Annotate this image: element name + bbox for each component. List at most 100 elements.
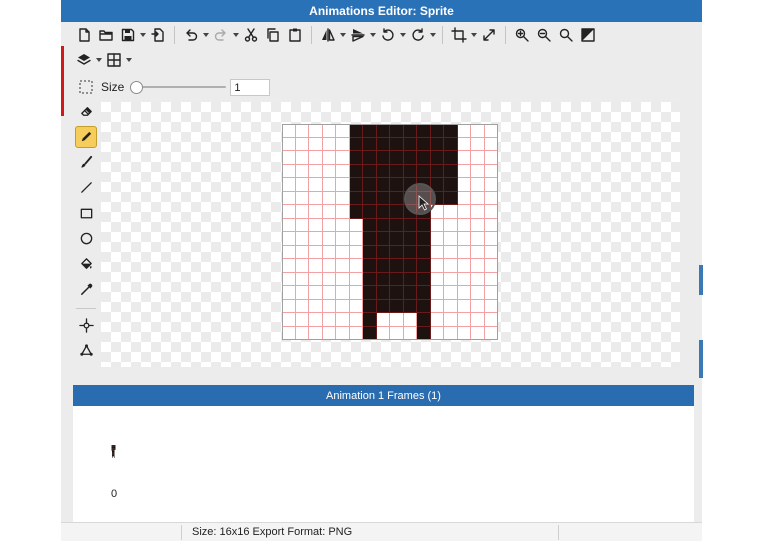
pixel-cell[interactable] (349, 232, 363, 246)
pixel-cell[interactable] (349, 326, 363, 340)
pixel-cell[interactable] (484, 232, 498, 246)
pixel-cell[interactable] (376, 178, 390, 192)
pixel-cell[interactable] (390, 286, 404, 300)
pixel-cell[interactable] (444, 272, 458, 286)
pixel-cell[interactable] (363, 205, 377, 219)
pixel-cell[interactable] (457, 259, 471, 273)
pixel-cell[interactable] (471, 164, 485, 178)
pixel-cell[interactable] (349, 245, 363, 259)
pixel-cell[interactable] (430, 272, 444, 286)
pixel-cell[interactable] (282, 178, 296, 192)
pixel-cell[interactable] (457, 286, 471, 300)
pixel-cell[interactable] (444, 232, 458, 246)
pixel-cell[interactable] (457, 326, 471, 340)
pixel-cell[interactable] (376, 164, 390, 178)
pixel-cell[interactable] (282, 191, 296, 205)
pixel-cell[interactable] (336, 205, 350, 219)
pixel-cell[interactable] (363, 164, 377, 178)
pixel-cell[interactable] (444, 313, 458, 327)
pixel-cell[interactable] (376, 218, 390, 232)
pixel-cell[interactable] (390, 218, 404, 232)
transform-points-icon[interactable] (75, 340, 97, 362)
pixel-cell[interactable] (471, 272, 485, 286)
pixel-cell[interactable] (390, 272, 404, 286)
pixel-cell[interactable] (282, 124, 296, 138)
pixel-cell[interactable] (295, 245, 309, 259)
pixel-cell[interactable] (309, 205, 323, 219)
paste-icon[interactable] (284, 24, 306, 46)
pixel-cell[interactable] (444, 326, 458, 340)
chevron-down-icon[interactable] (202, 24, 210, 46)
pixel-cell[interactable] (457, 124, 471, 138)
pixel-cell[interactable] (484, 299, 498, 313)
pixel-cell[interactable] (336, 299, 350, 313)
copy-icon[interactable] (262, 24, 284, 46)
frame-thumbnail[interactable] (109, 445, 117, 458)
chevron-down-icon[interactable] (399, 24, 407, 46)
pixel-cell[interactable] (484, 259, 498, 273)
pixel-cell[interactable] (403, 245, 417, 259)
pixel-cell[interactable] (309, 272, 323, 286)
pixel-cell[interactable] (430, 151, 444, 165)
pixel-cell[interactable] (295, 205, 309, 219)
pixel-cell[interactable] (282, 245, 296, 259)
pixel-cell[interactable] (457, 191, 471, 205)
pixel-cell[interactable] (376, 286, 390, 300)
brush-size-input[interactable]: 1 (230, 78, 271, 96)
line-icon[interactable] (75, 177, 97, 199)
pixel-cell[interactable] (349, 205, 363, 219)
pixel-cell[interactable] (309, 286, 323, 300)
pixel-cell[interactable] (295, 178, 309, 192)
pixel-cell[interactable] (376, 272, 390, 286)
pixel-cell[interactable] (322, 178, 336, 192)
pixel-cell[interactable] (282, 151, 296, 165)
pixel-cell[interactable] (322, 205, 336, 219)
pixel-cell[interactable] (295, 286, 309, 300)
cut-icon[interactable] (240, 24, 262, 46)
pixel-cell[interactable] (336, 286, 350, 300)
flip-vertical-icon[interactable] (347, 24, 369, 46)
pixel-cell[interactable] (403, 326, 417, 340)
pixel-cell[interactable] (390, 299, 404, 313)
rectangle-icon[interactable] (75, 202, 97, 224)
pixel-cell[interactable] (484, 151, 498, 165)
pixel-cell[interactable] (484, 272, 498, 286)
pixel-cell[interactable] (309, 178, 323, 192)
pixel-cell[interactable] (457, 218, 471, 232)
pixel-cell[interactable] (484, 191, 498, 205)
pixel-cell[interactable] (376, 124, 390, 138)
pixel-cell[interactable] (417, 286, 431, 300)
pixel-cell[interactable] (322, 313, 336, 327)
chevron-down-icon[interactable] (139, 24, 147, 46)
chevron-down-icon[interactable] (429, 24, 437, 46)
pixel-cell[interactable] (471, 232, 485, 246)
pixel-cell[interactable] (403, 299, 417, 313)
pixel-cell[interactable] (471, 259, 485, 273)
pixel-cell[interactable] (349, 191, 363, 205)
pixel-cell[interactable] (349, 218, 363, 232)
pixel-cell[interactable] (403, 164, 417, 178)
pixel-cell[interactable] (363, 286, 377, 300)
pixel-cell[interactable] (336, 124, 350, 138)
pixel-cell[interactable] (484, 245, 498, 259)
pixel-cell[interactable] (349, 259, 363, 273)
pixel-cell[interactable] (457, 164, 471, 178)
pixel-cell[interactable] (295, 164, 309, 178)
pixel-cell[interactable] (484, 164, 498, 178)
pixel-cell[interactable] (282, 164, 296, 178)
pixel-cell[interactable] (444, 286, 458, 300)
pixel-cell[interactable] (471, 326, 485, 340)
pixel-cell[interactable] (322, 124, 336, 138)
pixel-cell[interactable] (363, 299, 377, 313)
pixel-cell[interactable] (282, 259, 296, 273)
pixel-cell[interactable] (282, 326, 296, 340)
pixel-cell[interactable] (417, 232, 431, 246)
pixel-cell[interactable] (309, 259, 323, 273)
chevron-down-icon[interactable] (470, 24, 478, 46)
pixel-cell[interactable] (295, 272, 309, 286)
sprite-canvas-area[interactable] (101, 102, 680, 367)
pixel-cell[interactable] (403, 259, 417, 273)
pixel-cell[interactable] (309, 124, 323, 138)
pixel-cell[interactable] (322, 299, 336, 313)
pixel-cell[interactable] (376, 299, 390, 313)
